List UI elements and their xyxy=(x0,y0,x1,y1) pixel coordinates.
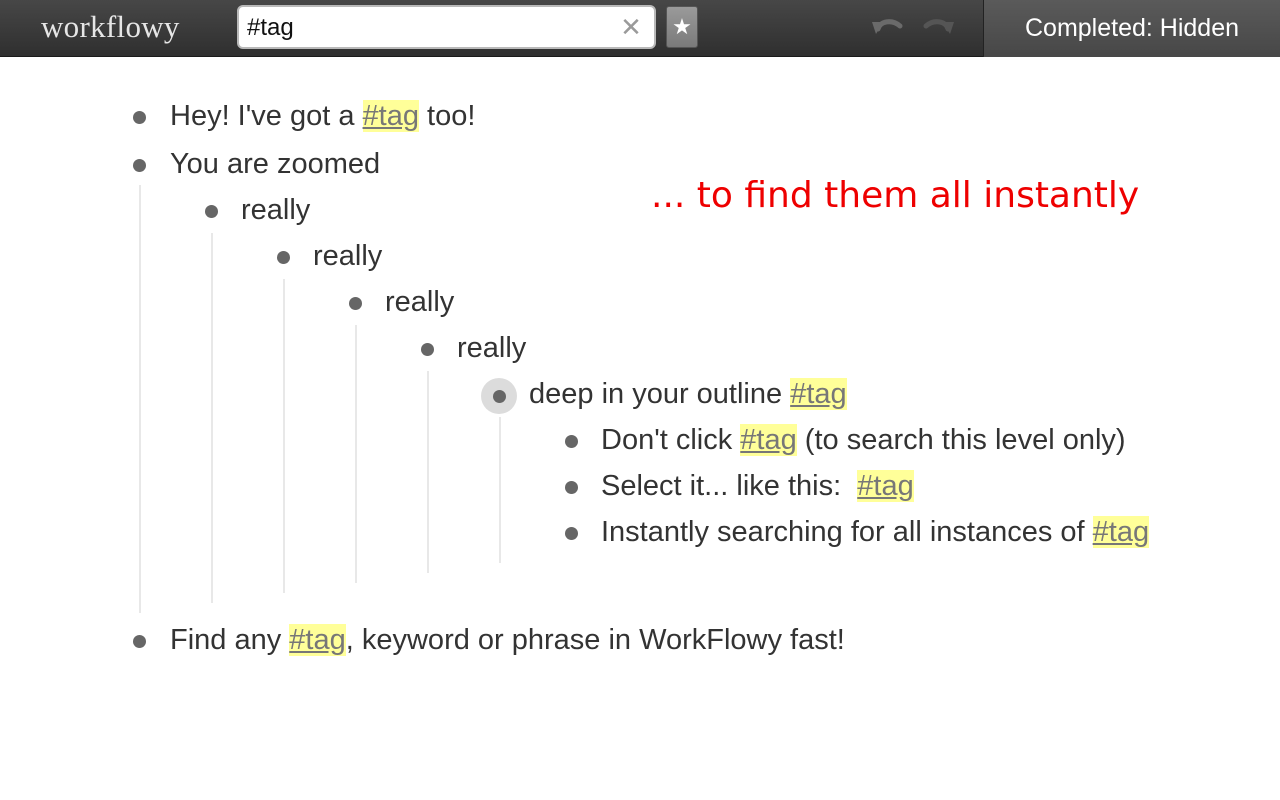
tag-link[interactable]: #tag xyxy=(1092,516,1150,548)
outline-item[interactable]: really xyxy=(0,329,600,369)
item-text[interactable]: Instantly searching for all instances of… xyxy=(601,516,1150,549)
search-input[interactable] xyxy=(247,14,617,42)
outline-item-hovered[interactable]: deep in your outline #tag xyxy=(0,375,1280,415)
item-text[interactable]: Hey! I've got a #tag too! xyxy=(170,100,475,133)
tag-link[interactable]: #tag xyxy=(740,424,797,456)
tag-link[interactable]: #tag xyxy=(362,100,419,132)
tag-link[interactable]: #tag xyxy=(289,624,346,656)
bullet-icon[interactable] xyxy=(349,297,362,310)
redo-icon[interactable] xyxy=(920,13,956,41)
item-text[interactable]: really xyxy=(385,286,454,319)
item-text[interactable]: Find any #tag, keyword or phrase in Work… xyxy=(170,624,845,657)
star-button[interactable]: ★ xyxy=(666,6,698,48)
item-text[interactable]: deep in your outline #tag xyxy=(529,378,847,411)
bullet-icon[interactable] xyxy=(133,635,146,648)
item-text[interactable]: really xyxy=(313,240,382,273)
bullet-icon[interactable] xyxy=(133,159,146,172)
item-text[interactable]: Don't click #tag (to search this level o… xyxy=(601,424,1126,457)
outline-item[interactable]: really xyxy=(0,191,600,231)
outline-item[interactable]: Select it... like this: #tag xyxy=(0,467,1280,507)
bullet-icon[interactable] xyxy=(133,111,146,124)
tag-link[interactable]: #tag xyxy=(790,378,847,410)
bullet-icon[interactable] xyxy=(493,390,506,403)
undo-icon[interactable] xyxy=(870,13,906,41)
outline-item[interactable]: Don't click #tag (to search this level o… xyxy=(0,421,1280,461)
item-text[interactable]: really xyxy=(457,332,526,365)
item-text[interactable]: You are zoomed xyxy=(170,148,380,181)
outline-item[interactable]: really xyxy=(0,283,600,323)
annotation-callout: ... to find them all instantly xyxy=(651,175,1140,216)
bullet-icon[interactable] xyxy=(565,481,578,494)
item-text[interactable]: Select it... like this: #tag xyxy=(601,470,914,503)
bullet-icon[interactable] xyxy=(205,205,218,218)
outline-item[interactable]: really xyxy=(0,237,600,277)
bullet-icon[interactable] xyxy=(565,435,578,448)
workflowy-logo[interactable]: workflowy xyxy=(41,9,180,45)
outline-item[interactable]: Find any #tag, keyword or phrase in Work… xyxy=(0,621,1280,661)
outline-item[interactable]: Instantly searching for all instances of… xyxy=(0,513,1280,553)
item-text[interactable]: really xyxy=(241,194,310,227)
top-bar: workflowy ✕ ★ Completed: Hidden xyxy=(0,0,1280,57)
outline-item[interactable]: Hey! I've got a #tag too! xyxy=(0,97,1280,137)
tag-link[interactable]: #tag xyxy=(857,470,914,502)
bullet-icon[interactable] xyxy=(565,527,578,540)
clear-search-icon[interactable]: ✕ xyxy=(618,13,644,41)
bullet-icon[interactable] xyxy=(421,343,434,356)
outline-area: Hey! I've got a #tag too! You are zoomed… xyxy=(0,57,1280,800)
bullet-icon[interactable] xyxy=(277,251,290,264)
completed-toggle-button[interactable]: Completed: Hidden xyxy=(983,0,1280,57)
search-box[interactable]: ✕ xyxy=(237,5,656,49)
